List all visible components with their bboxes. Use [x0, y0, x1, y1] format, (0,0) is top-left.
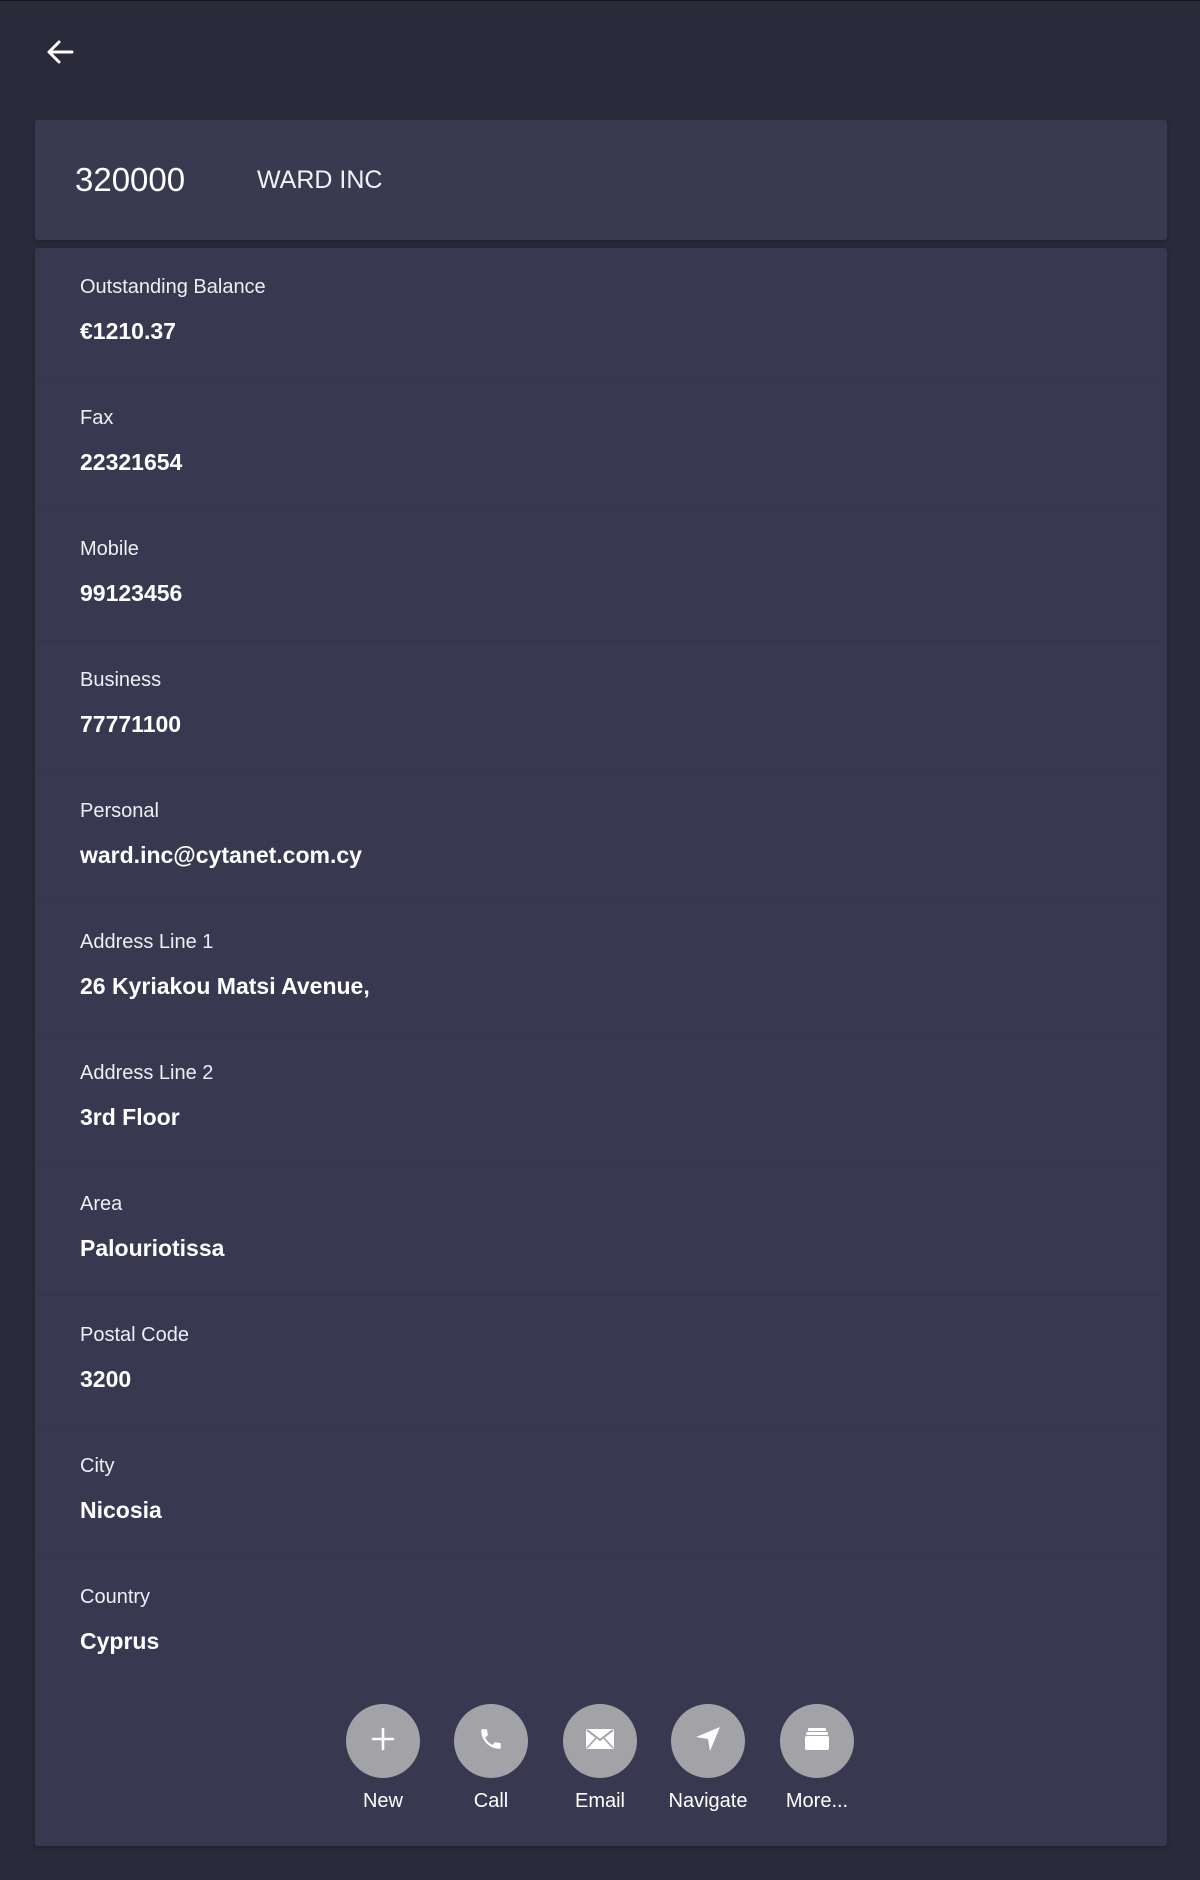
field-value: 26 Kyriakou Matsi Avenue,: [80, 973, 370, 999]
action-bar: New Call Email Navigate More...: [35, 1704, 1167, 1824]
back-button[interactable]: [36, 30, 84, 78]
new-button-label: New: [362, 1790, 403, 1812]
field-value: 99123456: [80, 580, 183, 606]
field-row-address-line-2: Address Line 2 3rd Floor: [35, 1034, 1167, 1165]
navigate-button-circle[interactable]: [671, 1704, 745, 1778]
account-header-card: 320000 WARD INC: [35, 120, 1167, 240]
email-button[interactable]: Email: [550, 1704, 650, 1813]
field-row-business: Business 77771100: [35, 641, 1167, 772]
navigate-button-label: Navigate: [668, 1790, 748, 1812]
more-button[interactable]: More...: [767, 1704, 867, 1813]
call-button[interactable]: Call: [441, 1704, 541, 1813]
field-label: Outstanding Balance: [80, 276, 266, 298]
field-label: Address Line 1: [80, 931, 214, 953]
field-row-country: Country Cyprus: [35, 1558, 1167, 1689]
call-button-label: Call: [473, 1790, 509, 1812]
field-value: 77771100: [80, 711, 182, 737]
call-button-circle[interactable]: [454, 1704, 528, 1778]
field-label: Area: [80, 1193, 123, 1215]
more-button-label: More...: [785, 1790, 849, 1812]
field-value: ward.inc@cytanet.com.cy: [80, 842, 362, 868]
top-edge: [0, 0, 1200, 1]
field-row-personal-email: Personal ward.inc@cytanet.com.cy: [35, 772, 1167, 903]
field-label: City: [80, 1455, 115, 1477]
navigate-button[interactable]: Navigate: [658, 1704, 758, 1813]
field-value: 22321654: [80, 449, 183, 475]
account-name: WARD INC: [257, 166, 383, 194]
box-icon: [804, 1727, 830, 1756]
new-button[interactable]: New: [333, 1704, 433, 1813]
field-label: Postal Code: [80, 1324, 189, 1346]
phone-icon: [478, 1726, 504, 1757]
field-label: Mobile: [80, 538, 139, 560]
field-value: €1210.37: [80, 318, 176, 344]
field-row-area: Area Palouriotissa: [35, 1165, 1167, 1296]
field-row-postal-code: Postal Code 3200: [35, 1296, 1167, 1427]
field-label: Address Line 2: [80, 1062, 214, 1084]
account-details-card: Outstanding Balance €1210.37 Fax 2232165…: [35, 248, 1167, 1846]
field-row-city: City Nicosia: [35, 1427, 1167, 1558]
field-value: 3rd Floor: [80, 1104, 180, 1130]
more-button-circle[interactable]: [780, 1704, 854, 1778]
field-value: Cyprus: [80, 1628, 160, 1654]
account-code: 320000: [75, 161, 186, 198]
arrow-left-icon: [44, 36, 76, 73]
field-value: 3200: [80, 1366, 132, 1392]
new-button-circle[interactable]: [346, 1704, 420, 1778]
field-label: Fax: [80, 407, 114, 429]
field-label: Business: [80, 669, 162, 691]
email-button-circle[interactable]: [563, 1704, 637, 1778]
field-row-outstanding-balance: Outstanding Balance €1210.37: [35, 248, 1167, 379]
envelope-icon: [585, 1728, 615, 1755]
field-value: Palouriotissa: [80, 1235, 225, 1261]
field-label: Personal: [80, 800, 159, 822]
navigation-arrow-icon: [693, 1724, 723, 1759]
field-value: Nicosia: [80, 1497, 162, 1523]
field-row-mobile: Mobile 99123456: [35, 510, 1167, 641]
email-button-label: Email: [574, 1790, 625, 1812]
field-list: Outstanding Balance €1210.37 Fax 2232165…: [35, 248, 1167, 1689]
plus-icon: [370, 1726, 396, 1757]
field-row-fax: Fax 22321654: [35, 379, 1167, 510]
field-label: Country: [80, 1586, 151, 1608]
field-row-address-line-1: Address Line 1 26 Kyriakou Matsi Avenue,: [35, 903, 1167, 1034]
